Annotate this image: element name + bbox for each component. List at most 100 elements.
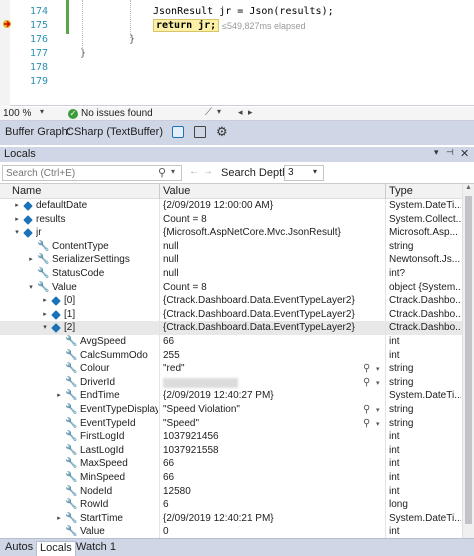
local-value[interactable]: {Ctrack.Dashboard.Data.EventTypeLayer2} [163,308,383,321]
nav-forward-icon[interactable]: ▸ [248,107,253,118]
close-icon[interactable]: ✕ [460,147,469,160]
settings-icon[interactable]: ⚙ [216,124,228,140]
collapsed-arrow-icon[interactable]: ▸ [27,253,35,266]
search-next-icon[interactable]: → [203,166,213,177]
collapsed-arrow-icon[interactable]: ▸ [55,389,63,402]
locals-row[interactable]: 🔧 CalcSummOdo 255 int [0,348,462,363]
locals-row[interactable]: 🔧 Colour "red" ⚲ ▾ string [0,362,462,377]
local-value[interactable]: "red" [163,362,359,375]
zoom-level[interactable]: 100 % [3,108,31,119]
locals-row[interactable]: ▸ results Count = 8 System.Collect... [0,212,462,227]
tab-watch-1[interactable]: Watch 1 [73,541,119,556]
local-value[interactable]: 1037921558 [163,444,383,457]
scrollbar-thumb[interactable] [465,196,472,524]
locals-row[interactable]: 🔧 ContentType null string [0,239,462,254]
text-visualizer-icon[interactable]: ⚲ [363,417,370,430]
locals-row[interactable]: ▾ [2] {Ctrack.Dashboard.Data.EventTypeLaye… [0,321,462,336]
local-value[interactable]: {Ctrack.Dashboard.Data.EventTypeLayer2} [163,321,383,334]
code-editor[interactable]: 174 JsonResult jr = Json(results); 175 r… [0,0,474,106]
column-divider[interactable] [385,184,386,199]
local-value[interactable]: null [163,253,383,266]
local-value[interactable]: 255 [163,349,383,362]
local-value[interactable]: Count = 8 [163,281,383,294]
buffer-graph-value[interactable]: CSharp (TextBuffer) [66,126,163,138]
local-value[interactable]: null [163,240,383,253]
local-value[interactable]: 66 [163,457,383,470]
locals-row[interactable]: ▸ defaultDate {2/09/2019 12:00:00 AM} Syste… [0,199,462,213]
locals-row[interactable]: ▸ 🔧 SerializerSettings null Newtonsoft.Js... [0,253,462,268]
window-position-icon[interactable]: ▾ [434,147,439,158]
search-depth-select[interactable]: 3 ▾ [284,165,324,181]
column-header-value[interactable]: Value [163,185,190,197]
locals-window-titlebar[interactable]: Locals ▾ ⊣ ✕ [0,147,474,162]
pin-icon[interactable]: ⊣ [446,147,454,158]
perf-tip[interactable]: ≤549,827ms elapsed [222,21,306,31]
current-statement-code[interactable]: return jr; [153,19,220,32]
locals-row[interactable]: ▸ [0] {Ctrack.Dashboard.Data.EventTypeLaye… [0,294,462,309]
locals-row[interactable]: ▾ 🔧 Value Count = 8 object {System... [0,280,462,295]
local-value[interactable]: "Speed" [163,417,359,430]
chevron-down-icon[interactable]: ▾ [40,107,44,116]
chevron-down-icon[interactable]: ▾ [376,377,380,390]
locals-search-input[interactable] [2,165,182,181]
locals-row[interactable]: 🔧 FirstLogId 1037921456 int [0,430,462,445]
locals-row[interactable]: 🔧 RowId 6 long [0,498,462,513]
vertical-scrollbar[interactable]: ▲ [462,184,474,538]
chevron-down-icon[interactable]: ▾ [376,404,380,417]
graph-icon[interactable] [172,126,184,138]
issues-status[interactable]: No issues found [81,108,153,119]
local-value[interactable]: Count = 8 [163,213,383,226]
locals-row[interactable]: 🔧 EventTypeDisplay "Speed Violation" ⚲ ▾ stri… [0,403,462,417]
collapsed-arrow-icon[interactable]: ▸ [41,294,49,307]
code-line[interactable]: } [80,48,86,59]
chevron-down-icon[interactable]: ▾ [376,363,380,376]
locals-row[interactable]: 🔧 MinSpeed 66 int [0,471,462,485]
locals-row[interactable]: 🔧 MaxSpeed 66 int [0,457,462,472]
layers-icon[interactable] [194,126,206,138]
local-value[interactable]: 0 [163,525,383,538]
chevron-down-icon[interactable]: ▾ [217,107,221,116]
column-header-type[interactable]: Type [389,185,413,197]
local-value[interactable]: 66 [163,471,383,484]
tab-autos[interactable]: Autos [2,541,36,556]
column-header-name[interactable]: Name [12,185,41,197]
collapsed-arrow-icon[interactable]: ▸ [13,213,21,226]
locals-row[interactable]: 🔧 DriverId ⚲ ▾ string [0,375,462,390]
collapsed-arrow-icon[interactable]: ▸ [41,308,49,321]
local-value[interactable]: {Ctrack.Dashboard.Data.EventTypeLayer2} [163,294,383,307]
chevron-down-icon[interactable]: ▾ [171,167,175,176]
code-line[interactable]: JsonResult jr = Json(results); [153,6,334,17]
brush-icon[interactable]: ⟋ [205,107,212,118]
text-visualizer-icon[interactable]: ⚲ [363,362,370,375]
locals-row[interactable]: ▸ 🔧 EndTime {2/09/2019 12:40:27 PM} System.D… [0,389,462,404]
local-value[interactable]: {2/09/2019 12:40:27 PM} [163,389,383,402]
locals-row[interactable]: 🔧 LastLogId 1037921558 int [0,443,462,458]
local-value[interactable]: "Speed Violation" [163,403,359,416]
locals-row[interactable]: ▸ 🔧 StartTime {2/09/2019 12:40:21 PM} System… [0,511,462,526]
locals-row[interactable]: 🔧 StatusCode null int? [0,267,462,281]
collapsed-arrow-icon[interactable]: ▸ [13,199,21,212]
local-value[interactable]: {2/09/2019 12:40:21 PM} [163,512,383,525]
local-value[interactable]: {Microsoft.AspNetCore.Mvc.JsonResult} [163,226,383,239]
locals-row[interactable]: 🔧 NodeId 12580 int [0,484,462,499]
collapsed-arrow-icon[interactable]: ▸ [55,512,63,525]
expanded-arrow-icon[interactable]: ▾ [41,321,49,334]
local-value[interactable]: null [163,267,383,280]
local-value[interactable]: 66 [163,335,383,348]
nav-back-icon[interactable]: ◂ [238,107,243,118]
local-value[interactable]: {2/09/2019 12:00:00 AM} [163,199,383,212]
local-value[interactable]: 12580 [163,485,383,498]
text-visualizer-icon[interactable]: ⚲ [363,376,370,389]
locals-row[interactable]: ▸ [1] {Ctrack.Dashboard.Data.EventTypeLaye… [0,307,462,322]
local-value[interactable]: 1037921456 [163,430,383,443]
column-divider[interactable] [159,184,160,199]
locals-row[interactable]: 🔧 AvgSpeed 66 int [0,335,462,349]
chevron-down-icon[interactable]: ▾ [376,418,380,431]
locals-row[interactable]: 🔧 EventTypeId "Speed" ⚲ ▾ string [0,416,462,431]
locals-row[interactable]: ▾ jr {Microsoft.AspNetCore.Mvc.JsonResult}… [0,226,462,241]
text-visualizer-icon[interactable]: ⚲ [363,403,370,416]
expanded-arrow-icon[interactable]: ▾ [13,226,21,239]
tab-locals[interactable]: Locals [36,541,76,556]
search-previous-icon[interactable]: ← [189,166,199,177]
local-value[interactable]: 6 [163,498,383,511]
